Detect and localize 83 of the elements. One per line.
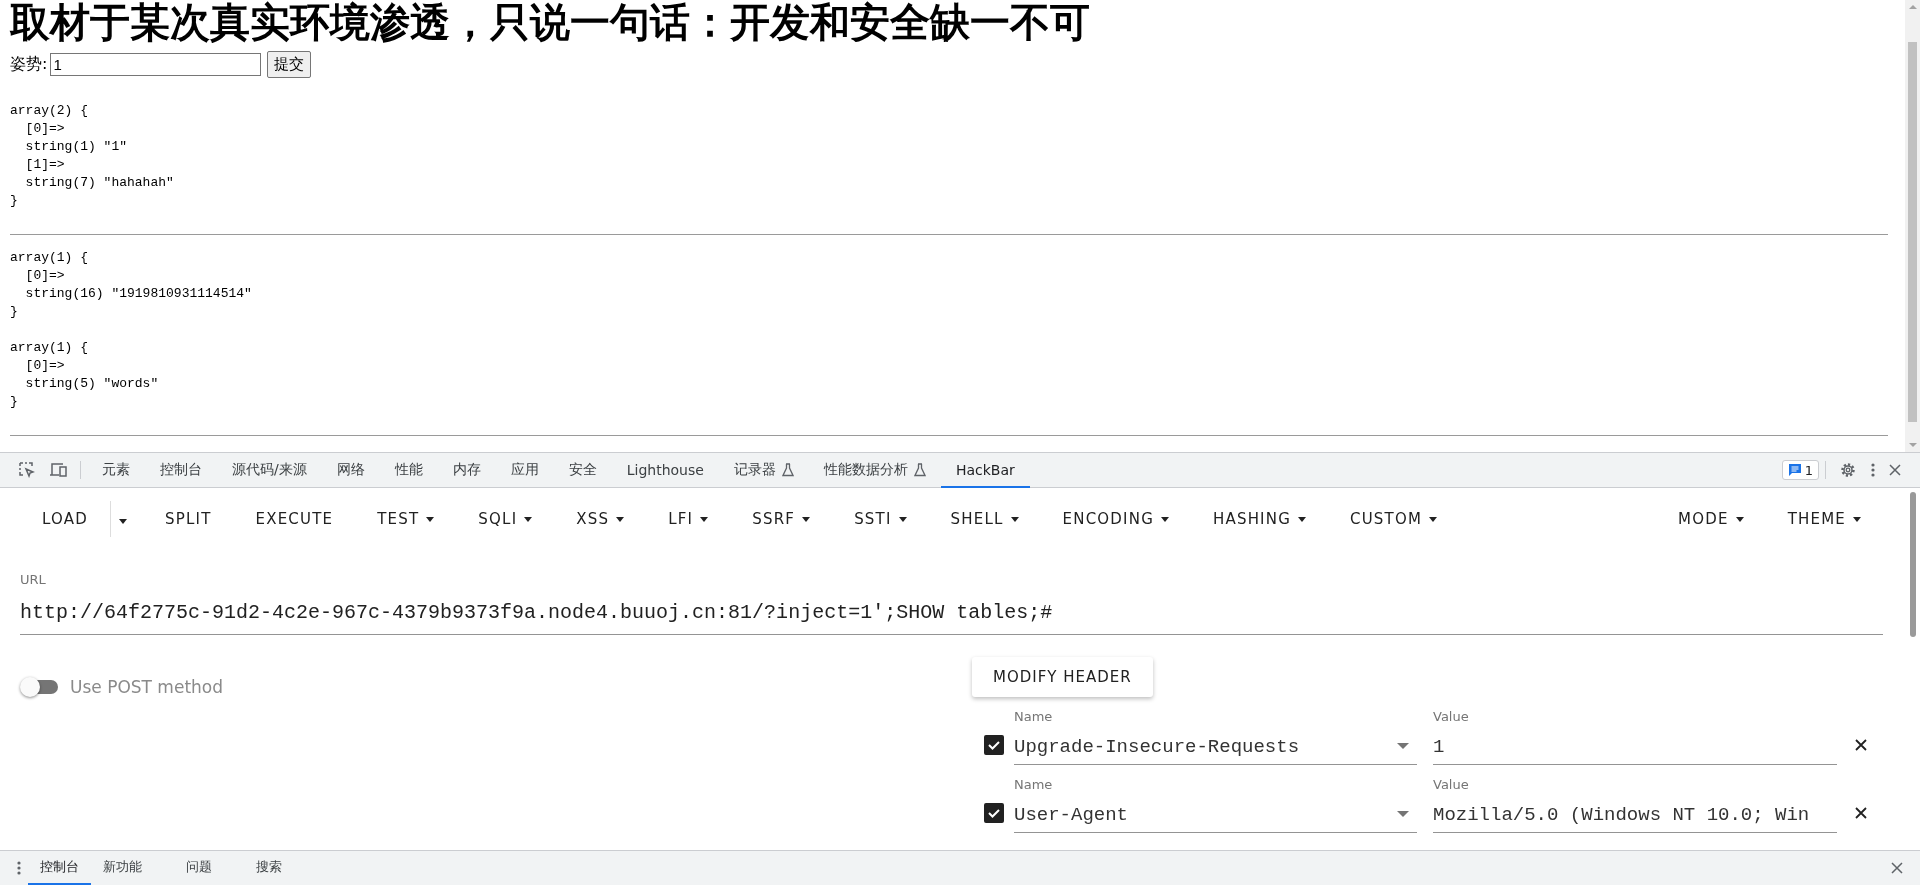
caret-icon [1735, 516, 1744, 522]
caret-icon[interactable] [1397, 811, 1409, 817]
devtools-tab[interactable]: 安全 [553, 454, 612, 488]
caret-icon [700, 516, 709, 522]
field-label: Value [1433, 777, 1470, 792]
menu-button[interactable]: SSRF [730, 501, 833, 537]
caret-icon [616, 516, 625, 522]
header-name-field[interactable]: User-Agent [1014, 792, 1417, 833]
menu-button[interactable]: SHELL [928, 501, 1041, 537]
submit-button[interactable]: 提交 [267, 50, 312, 78]
devtools-tab[interactable]: 控制台 [145, 454, 217, 488]
menu-button[interactable]: MODE [1656, 501, 1766, 537]
menu-button[interactable]: LOAD [20, 501, 110, 537]
url-field[interactable]: http://64f2775c-91d2-4c2e-967c-4379b9373f9a.node4.buuoj.cn:81/?inject=1';SHOW tables;# [20, 587, 1883, 635]
drawer-tab[interactable]: 控制台 [28, 851, 91, 885]
devtools-tab[interactable]: 性能数据分析 [808, 454, 941, 488]
more-icon[interactable] [17, 861, 21, 875]
field-label: Name [1014, 709, 1054, 724]
settings-icon[interactable] [1839, 461, 1857, 479]
menu-button[interactable]: EXECUTE [233, 501, 356, 537]
menu-button[interactable]: CUSTOM [1328, 501, 1460, 537]
url-label: URL [20, 572, 47, 587]
menu-button[interactable]: THEME [1765, 501, 1883, 537]
check-icon [987, 738, 1001, 752]
caret-icon [426, 516, 435, 522]
scrollbar-thumb[interactable] [1908, 42, 1917, 422]
drawer-tab[interactable]: 搜索 [244, 851, 294, 885]
checkbox[interactable] [984, 803, 1004, 823]
drawer-tab[interactable]: 问题 [174, 851, 224, 885]
caret-icon [1298, 516, 1306, 522]
toggle-switch[interactable] [22, 680, 58, 694]
input-field[interactable]: 1 [50, 52, 262, 76]
header-value-field[interactable]: Mozilla/5.0 (Windows NT 10.0; Win [1433, 792, 1837, 833]
menu-button[interactable]: HASHING [1190, 501, 1328, 537]
more-icon[interactable] [1871, 463, 1875, 477]
dump-output: array(1) { [0]=> string(16) "1919810931114514" } [10, 249, 253, 321]
flask-icon [913, 463, 926, 477]
caret-icon [898, 516, 907, 522]
close-icon[interactable] [1855, 807, 1867, 819]
field-label: 姿势: [10, 53, 48, 75]
dump-output: array(2) { [0]=> string(1) "1" [1]=> string(7) "hahahah" } [10, 102, 175, 210]
checkbox[interactable] [984, 735, 1004, 755]
caret-icon [1853, 516, 1861, 522]
menu-button[interactable]: TEST [355, 501, 457, 537]
menu-button[interactable]: XSS [554, 501, 647, 537]
dump-output: array(1) { [0]=> string(5) "words" } [10, 339, 160, 411]
page-heading: 取材于某次真实环境渗透，只说一句话：开发和安全缺一不可 [10, 0, 1091, 44]
menu-button[interactable]: SPLIT [143, 501, 234, 537]
devtools-tab[interactable]: 元素 [87, 454, 145, 488]
caret-icon [1010, 516, 1019, 522]
flask-icon [781, 463, 794, 477]
check-icon [987, 806, 1001, 820]
caret-icon [524, 516, 533, 522]
modify-header-button[interactable]: MODIFY HEADER [972, 657, 1153, 697]
scrollbar-thumb[interactable] [1909, 492, 1916, 637]
field-label: Name [1014, 777, 1054, 792]
devtools-tab[interactable]: Lighthouse [611, 454, 719, 488]
devtools-tab[interactable]: 源代码/来源 [217, 454, 322, 488]
menu-button[interactable]: ENCODING [1040, 501, 1191, 537]
caret-icon [1429, 516, 1438, 522]
devtools-tab[interactable]: 记录器 [718, 454, 809, 488]
inspect-icon[interactable] [19, 462, 35, 478]
devtools-tab[interactable]: 内存 [437, 454, 496, 488]
header-name-field[interactable]: Upgrade-Insecure-Requests [1014, 724, 1417, 765]
toggle-label: Use POST method [70, 677, 224, 697]
caret-icon [802, 516, 811, 522]
devtools-tab[interactable]: 网络 [321, 454, 380, 488]
close-icon[interactable] [1855, 739, 1867, 751]
devtools-tab[interactable]: 应用 [495, 454, 554, 488]
scrollbar[interactable] [1905, 0, 1920, 452]
drawer-tab[interactable]: 新功能 [91, 851, 154, 885]
issues-badge[interactable]: 1 [1781, 460, 1819, 480]
menu-button[interactable]: SSTI [832, 501, 929, 537]
device-icon[interactable] [49, 462, 67, 478]
devtools-tab[interactable]: HackBar [940, 454, 1030, 488]
caret-icon[interactable] [1397, 743, 1409, 749]
caret-icon [1160, 516, 1169, 522]
devtools-tab[interactable]: 性能 [379, 454, 438, 488]
field-label: Value [1433, 709, 1470, 724]
menu-button[interactable]: LFI [646, 501, 731, 537]
menu-button[interactable]: SQLI [456, 501, 555, 537]
caret-icon [119, 518, 127, 524]
header-value-field[interactable]: 1 [1433, 724, 1837, 765]
